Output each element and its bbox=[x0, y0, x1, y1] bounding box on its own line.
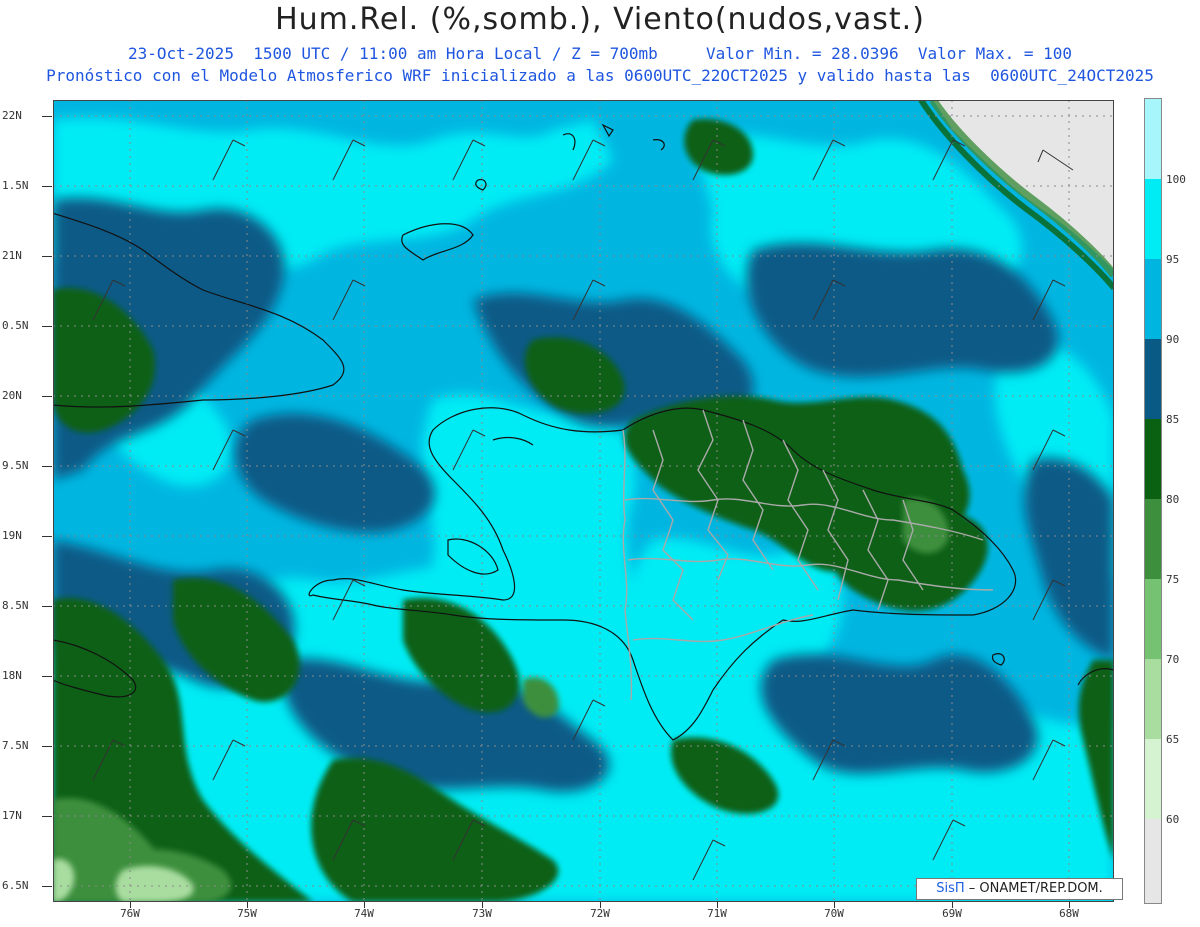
lon-label: 76W bbox=[120, 907, 140, 920]
lat-tick bbox=[42, 466, 52, 467]
lon-label: 75W bbox=[237, 907, 257, 920]
lat-tick bbox=[42, 746, 52, 747]
credit-logo: SisΠ bbox=[936, 881, 965, 896]
map-subtitle-valid-time: 23-Oct-2025 1500 UTC / 11:00 am Hora Loc… bbox=[127, 44, 1072, 63]
colorbar-label: 85 bbox=[1166, 413, 1180, 426]
lon-label: 71W bbox=[707, 907, 727, 920]
credit-box: SisΠ – ONAMET/REP.DOM. bbox=[916, 878, 1123, 900]
colorbar-label: 70 bbox=[1166, 653, 1180, 666]
lon-label: 68W bbox=[1059, 907, 1079, 920]
colorbar-label: 95 bbox=[1166, 253, 1180, 266]
lat-tick bbox=[42, 886, 52, 887]
lon-tick bbox=[482, 902, 483, 908]
colorbar-label: 90 bbox=[1166, 333, 1180, 346]
colorbar-swatch bbox=[1145, 259, 1161, 339]
lat-tick bbox=[42, 676, 52, 677]
lat-tick bbox=[42, 536, 52, 537]
colorbar-swatch bbox=[1145, 739, 1161, 819]
colorbar-label: 100 bbox=[1166, 173, 1186, 186]
lon-tick bbox=[364, 902, 365, 908]
colorbar-swatch bbox=[1145, 419, 1161, 499]
lon-tick bbox=[130, 902, 131, 908]
colorbar-swatch bbox=[1145, 99, 1161, 179]
lon-label: 73W bbox=[472, 907, 492, 920]
colorbar-swatch bbox=[1145, 659, 1161, 739]
lon-tick bbox=[717, 902, 718, 908]
lon-label: 70W bbox=[824, 907, 844, 920]
colorbar bbox=[1144, 98, 1162, 904]
map-subtitle-model-info: Pronóstico con el Modelo Atmosferico WRF… bbox=[46, 66, 1154, 85]
lon-tick bbox=[600, 902, 601, 908]
lat-tick bbox=[42, 116, 52, 117]
colorbar-swatch bbox=[1145, 579, 1161, 659]
humidity-map bbox=[53, 100, 1114, 902]
colorbar-label: 75 bbox=[1166, 573, 1180, 586]
lon-tick bbox=[247, 902, 248, 908]
lat-tick bbox=[42, 186, 52, 187]
colorbar-label: 60 bbox=[1166, 813, 1180, 826]
lat-tick bbox=[42, 606, 52, 607]
lat-tick bbox=[42, 326, 52, 327]
colorbar-swatch bbox=[1145, 179, 1161, 259]
map-title: Hum.Rel. (%,somb.), Viento(nudos,vast.) bbox=[275, 2, 925, 37]
lat-tick bbox=[42, 816, 52, 817]
colorbar-swatch bbox=[1145, 819, 1161, 903]
lat-tick bbox=[42, 396, 52, 397]
humidity-map-canvas bbox=[53, 100, 1114, 902]
lon-label: 72W bbox=[590, 907, 610, 920]
colorbar-swatch bbox=[1145, 499, 1161, 579]
lon-tick bbox=[834, 902, 835, 908]
lon-label: 69W bbox=[942, 907, 962, 920]
lon-tick bbox=[952, 902, 953, 908]
credit-organization: – ONAMET/REP.DOM. bbox=[968, 881, 1103, 896]
lon-label: 74W bbox=[354, 907, 374, 920]
colorbar-swatch bbox=[1145, 339, 1161, 419]
lat-tick bbox=[42, 256, 52, 257]
colorbar-label: 65 bbox=[1166, 733, 1180, 746]
colorbar-label: 80 bbox=[1166, 493, 1180, 506]
lon-tick bbox=[1069, 902, 1070, 908]
